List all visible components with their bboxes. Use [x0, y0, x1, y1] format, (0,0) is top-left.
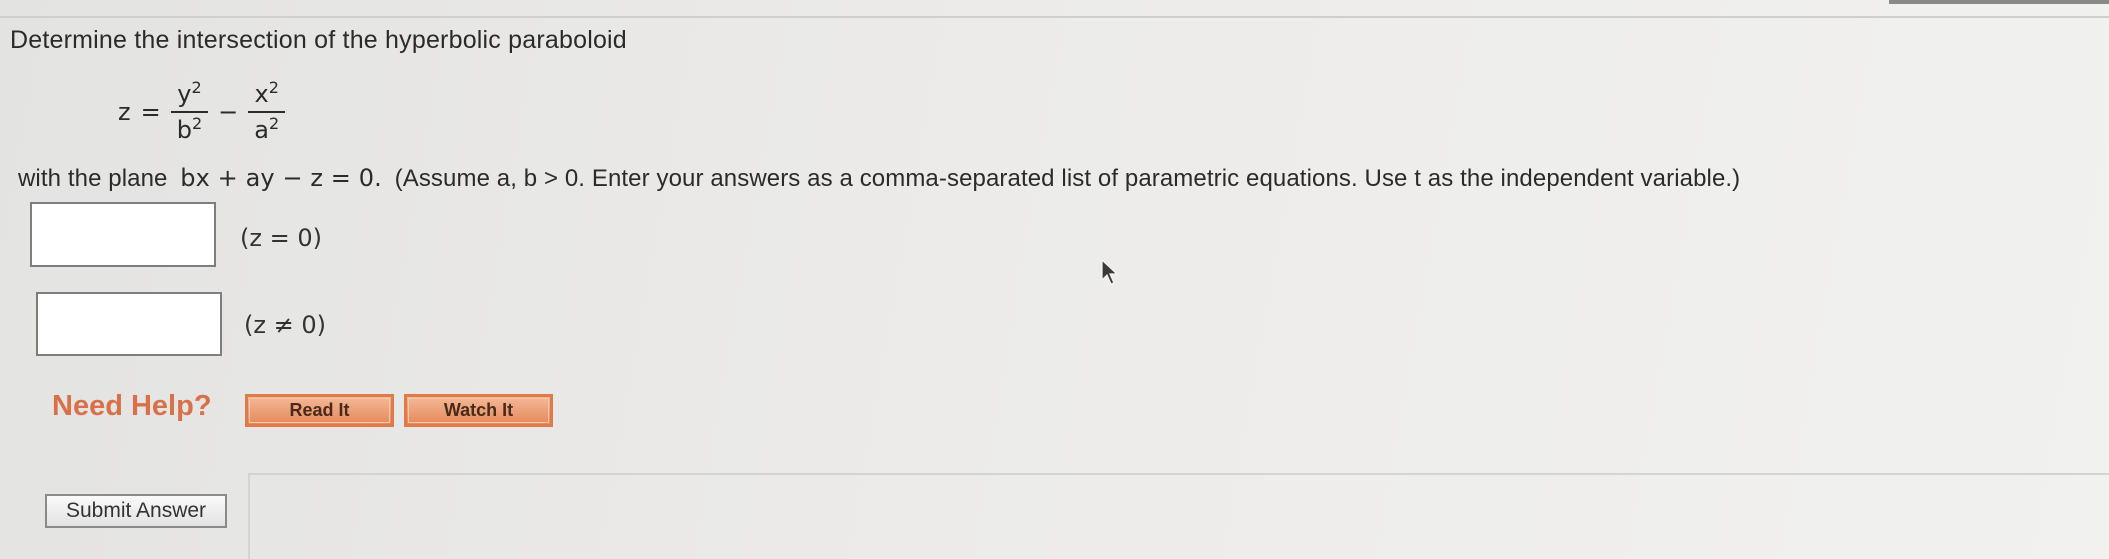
plane-instructions: with the plane bx + ay − z = 0. (Assume …: [18, 164, 1740, 193]
equation-lhs: z: [118, 98, 131, 126]
bottom-divider-vertical: [248, 473, 250, 559]
top-divider: [0, 16, 2109, 18]
instructions-text: (Assume a, b > 0. Enter your answers as …: [394, 165, 1741, 192]
fraction-bar: [248, 111, 286, 113]
mouse-pointer-icon: [1101, 258, 1119, 285]
fraction-denominator: b2: [176, 114, 203, 144]
question-intro: Determine the intersection of the hyperb…: [10, 26, 627, 54]
answer-input-z-nonzero[interactable]: [36, 292, 222, 356]
page: Determine the intersection of the hyperb…: [0, 0, 2109, 559]
fraction-y-over-b: y2 b2: [170, 78, 209, 144]
hyperbolic-paraboloid-equation: z = y2 b2 − x2 a2: [118, 72, 286, 152]
submit-answer-button[interactable]: Submit Answer: [45, 494, 227, 528]
equation-minus: −: [218, 98, 239, 126]
fraction-denominator: a2: [254, 114, 280, 144]
fraction-bar: [170, 111, 209, 113]
read-it-button[interactable]: Read It: [245, 394, 394, 427]
answer-input-z-zero[interactable]: [30, 202, 216, 267]
need-help-label: Need Help?: [52, 390, 212, 422]
condition-z-nonzero: (z ≠ 0): [244, 311, 326, 339]
bottom-divider-horizontal: [248, 473, 2109, 475]
fraction-x-over-a: x2 a2: [248, 78, 286, 144]
fraction-numerator: y2: [177, 78, 202, 108]
condition-z-zero: (z = 0): [240, 224, 322, 252]
plane-equation: bx + ay − z = 0.: [180, 164, 382, 192]
plane-prefix: with the plane: [18, 165, 168, 192]
watch-it-button[interactable]: Watch It: [404, 394, 553, 427]
fraction-numerator: x2: [254, 78, 279, 108]
equation-equals: =: [140, 98, 161, 126]
top-accent-bar: [1889, 0, 2109, 4]
